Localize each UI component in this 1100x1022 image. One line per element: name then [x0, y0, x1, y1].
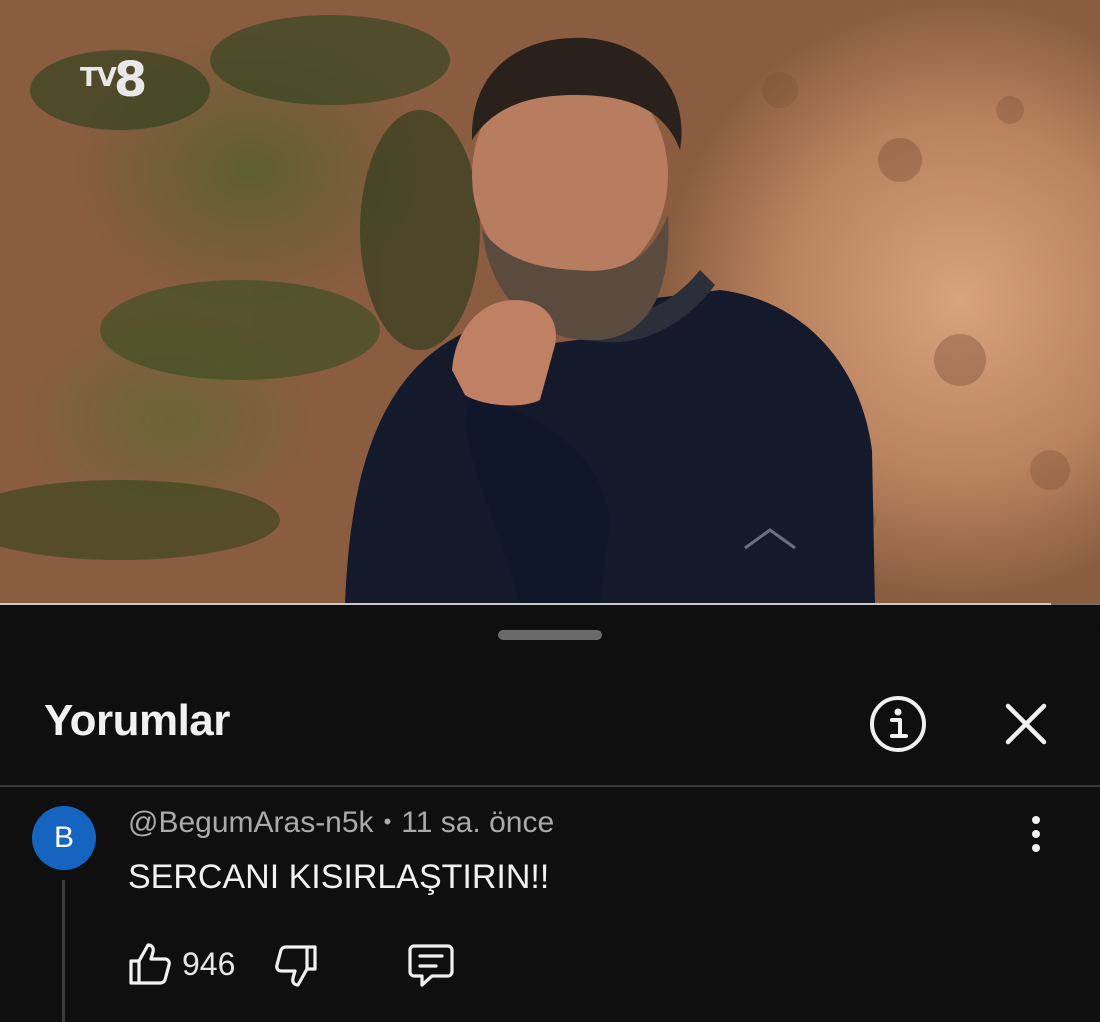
thumbs-down-icon [275, 945, 317, 987]
thread-line [62, 880, 65, 1022]
sheet-drag-handle[interactable] [498, 630, 602, 640]
dislike-button[interactable] [272, 942, 320, 990]
like-count: 946 [182, 946, 236, 982]
comments-sheet: Yorumlar B @BegumAras-n5k • 11 sa. önce [0, 610, 1100, 1022]
thumbs-up-icon [129, 943, 171, 985]
avatar[interactable]: B [32, 806, 96, 870]
channel-logo-prefix: TV [80, 63, 117, 93]
video-frame [0, 15, 1070, 605]
reply-comment-icon [408, 944, 454, 987]
comment-author[interactable]: @BegumAras-n5k [128, 806, 374, 839]
meta-separator: • [383, 809, 392, 834]
comment-meta: @BegumAras-n5k • 11 sa. önce [128, 806, 554, 840]
channel-logo-number: 8 [113, 52, 147, 108]
more-vertical-icon [1032, 816, 1040, 852]
comment-text: SERCANI KISIRLAŞTIRIN!! [128, 858, 550, 896]
header-divider [0, 785, 1100, 787]
comment-more-button[interactable] [1016, 812, 1056, 856]
reply-button[interactable] [406, 940, 456, 990]
video-progress-fill [0, 603, 1051, 605]
video-progress-bar[interactable] [0, 603, 1100, 605]
app-screen: TV8 Yorumlar B @BegumAras-n5k • 11 sa. ö… [0, 0, 1100, 1022]
channel-logo: TV8 [80, 52, 147, 108]
comment-time: 11 sa. önce [401, 806, 555, 839]
info-circle-icon [870, 696, 926, 752]
close-x-icon [1005, 703, 1047, 745]
like-button[interactable] [126, 940, 174, 988]
info-button[interactable] [868, 694, 928, 754]
video-player[interactable]: TV8 [0, 0, 1100, 605]
comments-title: Yorumlar [44, 696, 230, 745]
close-button[interactable] [1000, 698, 1052, 750]
